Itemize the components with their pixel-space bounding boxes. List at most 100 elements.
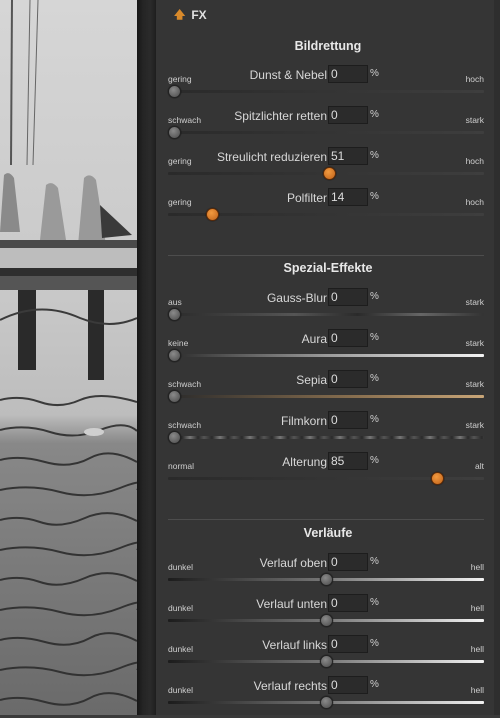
slider-value-input[interactable]: 0 bbox=[328, 411, 368, 429]
slider-name: Spitzlichter retten bbox=[234, 109, 327, 123]
section-title: Bildrettung bbox=[294, 39, 362, 53]
slider-value-input[interactable]: 0 bbox=[328, 329, 368, 347]
section-title: Spezial-Effekte bbox=[283, 261, 373, 275]
photo-preview bbox=[0, 0, 137, 715]
fx-panel: 🡅 FX Bildrettung gering hoch Dunst & Nebel 0… bbox=[156, 0, 500, 715]
slider-row: dunkel hell Verlauf rechts 0% bbox=[168, 676, 484, 718]
slider-max-label: hell bbox=[470, 562, 484, 572]
slider-name: Verlauf links bbox=[262, 638, 327, 652]
slider-max-label: stark bbox=[465, 338, 484, 348]
slider-thumb[interactable] bbox=[168, 126, 182, 139]
slider-row: aus stark Gauss-Blur 0% bbox=[168, 288, 484, 330]
slider-thumb[interactable] bbox=[430, 472, 444, 485]
slider-thumb[interactable] bbox=[320, 614, 333, 627]
section-title: Verläufe bbox=[303, 526, 353, 540]
slider-thumb[interactable] bbox=[323, 167, 337, 180]
slider-min-label: gering bbox=[168, 74, 192, 84]
slider-value-input[interactable]: 0 bbox=[328, 635, 368, 653]
section-divider bbox=[168, 255, 484, 256]
slider-unit: % bbox=[370, 455, 379, 466]
slider-thumb[interactable] bbox=[168, 390, 182, 403]
panel-divider[interactable] bbox=[137, 0, 156, 715]
slider-value-input[interactable]: 0 bbox=[328, 676, 368, 694]
slider-name: Verlauf unten bbox=[256, 597, 327, 611]
slider-max-label: hell bbox=[470, 685, 484, 695]
slider-name: Verlauf oben bbox=[259, 556, 327, 570]
slider-track[interactable] bbox=[168, 131, 484, 134]
slider-thumb[interactable] bbox=[168, 431, 182, 444]
slider-row: dunkel hell Verlauf oben 0% bbox=[168, 553, 484, 595]
slider-thumb[interactable] bbox=[168, 308, 182, 321]
slider-thumb[interactable] bbox=[320, 655, 333, 668]
slider-min-label: dunkel bbox=[168, 685, 194, 695]
slider-unit: % bbox=[370, 332, 379, 343]
slider-track[interactable] bbox=[168, 313, 484, 316]
slider-thumb[interactable] bbox=[320, 696, 333, 709]
arrow-up-icon[interactable]: 🡅 bbox=[174, 6, 185, 25]
slider-value-input[interactable]: 0 bbox=[328, 370, 368, 388]
slider-thumb[interactable] bbox=[206, 208, 220, 221]
slider-thumb[interactable] bbox=[320, 573, 333, 586]
slider-track[interactable] bbox=[168, 436, 484, 439]
slider-name: Verlauf rechts bbox=[253, 679, 327, 693]
slider-value-input[interactable]: 85 bbox=[328, 452, 368, 470]
slider-min-label: dunkel bbox=[168, 644, 194, 654]
slider-row: gering hoch Polfilter 14% bbox=[168, 188, 484, 230]
slider-unit: % bbox=[370, 414, 379, 425]
slider-unit: % bbox=[370, 191, 379, 202]
slider-max-label: stark bbox=[465, 115, 484, 125]
slider-thumb[interactable] bbox=[168, 85, 182, 98]
slider-row: normal alt Alterung 85% bbox=[168, 452, 484, 494]
slider-min-label: normal bbox=[168, 461, 194, 471]
slider-min-label: gering bbox=[168, 197, 192, 207]
slider-unit: % bbox=[370, 291, 379, 302]
slider-track[interactable] bbox=[168, 354, 484, 357]
slider-unit: % bbox=[370, 556, 379, 567]
slider-value-input[interactable]: 0 bbox=[328, 288, 368, 306]
photo-image bbox=[0, 0, 137, 706]
slider-row: schwach stark Filmkorn 0% bbox=[168, 411, 484, 453]
slider-min-label: gering bbox=[168, 156, 192, 166]
slider-name: Polfilter bbox=[286, 191, 327, 205]
slider-row: gering hoch Dunst & Nebel 0% bbox=[168, 65, 484, 107]
slider-min-label: keine bbox=[168, 338, 189, 348]
slider-track[interactable] bbox=[168, 395, 484, 398]
slider-value-input[interactable]: 51 bbox=[328, 147, 368, 165]
slider-unit: % bbox=[370, 679, 379, 690]
slider-name: Filmkorn bbox=[280, 414, 327, 428]
slider-value-input[interactable]: 0 bbox=[328, 106, 368, 124]
slider-unit: % bbox=[370, 109, 379, 120]
slider-row: keine stark Aura 0% bbox=[168, 329, 484, 371]
slider-min-label: dunkel bbox=[168, 603, 194, 613]
slider-unit: % bbox=[370, 150, 379, 161]
slider-max-label: stark bbox=[465, 297, 484, 307]
slider-unit: % bbox=[370, 597, 379, 608]
panel-header[interactable]: 🡅 FX bbox=[174, 6, 207, 24]
slider-track[interactable] bbox=[168, 90, 484, 93]
slider-value-input[interactable]: 0 bbox=[328, 594, 368, 612]
slider-name: Gauss-Blur bbox=[266, 291, 327, 305]
slider-max-label: hell bbox=[470, 603, 484, 613]
slider-name: Sepia bbox=[296, 373, 327, 387]
slider-value-input[interactable]: 0 bbox=[328, 553, 368, 571]
slider-max-label: hoch bbox=[465, 74, 484, 84]
slider-min-label: schwach bbox=[168, 379, 202, 389]
slider-unit: % bbox=[370, 373, 379, 384]
slider-name: Streulicht reduzieren bbox=[216, 150, 327, 164]
slider-min-label: schwach bbox=[168, 420, 202, 430]
slider-min-label: dunkel bbox=[168, 562, 194, 572]
slider-row: dunkel hell Verlauf links 0% bbox=[168, 635, 484, 677]
section-divider bbox=[168, 519, 484, 520]
slider-name: Dunst & Nebel bbox=[249, 68, 327, 82]
slider-row: schwach stark Spitzlichter retten 0% bbox=[168, 106, 484, 148]
slider-max-label: stark bbox=[465, 420, 484, 430]
slider-value-input[interactable]: 0 bbox=[328, 65, 368, 83]
slider-thumb[interactable] bbox=[168, 349, 182, 362]
slider-name: Alterung bbox=[282, 455, 327, 469]
scrollbar[interactable] bbox=[494, 0, 500, 715]
slider-row: gering hoch Streulicht reduzieren 51% bbox=[168, 147, 484, 189]
slider-name: Aura bbox=[301, 332, 327, 346]
slider-min-label: aus bbox=[168, 297, 182, 307]
slider-min-label: schwach bbox=[168, 115, 202, 125]
slider-value-input[interactable]: 14 bbox=[328, 188, 368, 206]
